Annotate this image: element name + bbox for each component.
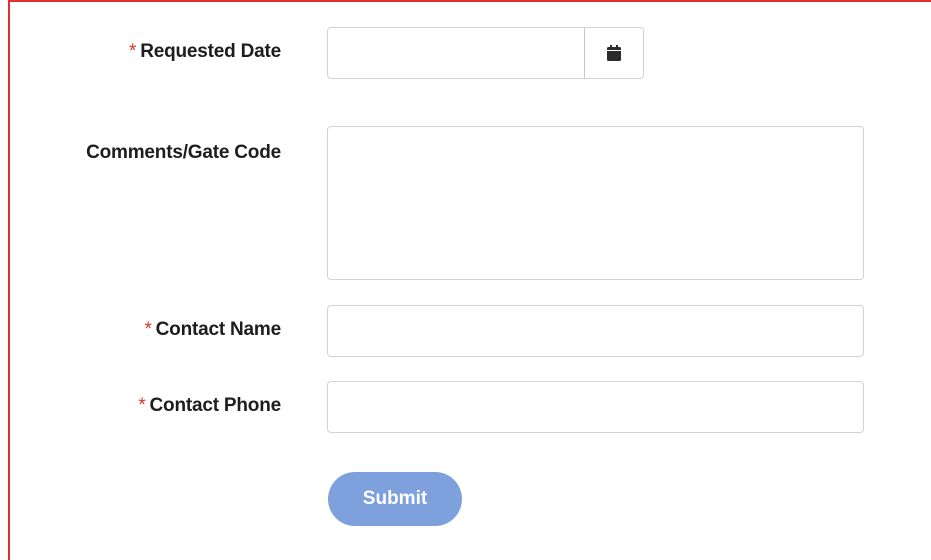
required-mark: * <box>138 395 146 416</box>
requested-date-input[interactable] <box>327 27 585 79</box>
comments-label-text: Comments/Gate Code <box>86 142 281 163</box>
calendar-button[interactable] <box>584 27 644 79</box>
contact-name-input[interactable] <box>327 305 864 357</box>
comments-textarea[interactable] <box>327 126 864 280</box>
submit-button[interactable]: Submit <box>328 472 462 526</box>
calendar-icon <box>607 45 621 61</box>
requested-date-label: * Requested Date <box>129 41 281 63</box>
contact-phone-label: * Contact Phone <box>138 395 281 417</box>
contact-name-label-text: Contact Name <box>155 319 282 340</box>
required-mark: * <box>129 41 137 62</box>
comments-label: Comments/Gate Code <box>86 142 281 164</box>
contact-phone-label-text: Contact Phone <box>149 395 282 416</box>
requested-date-label-text: Requested Date <box>140 41 281 62</box>
form-frame <box>8 0 931 560</box>
contact-phone-input[interactable] <box>327 381 864 433</box>
contact-name-label: * Contact Name <box>144 319 281 341</box>
required-mark: * <box>144 319 152 340</box>
